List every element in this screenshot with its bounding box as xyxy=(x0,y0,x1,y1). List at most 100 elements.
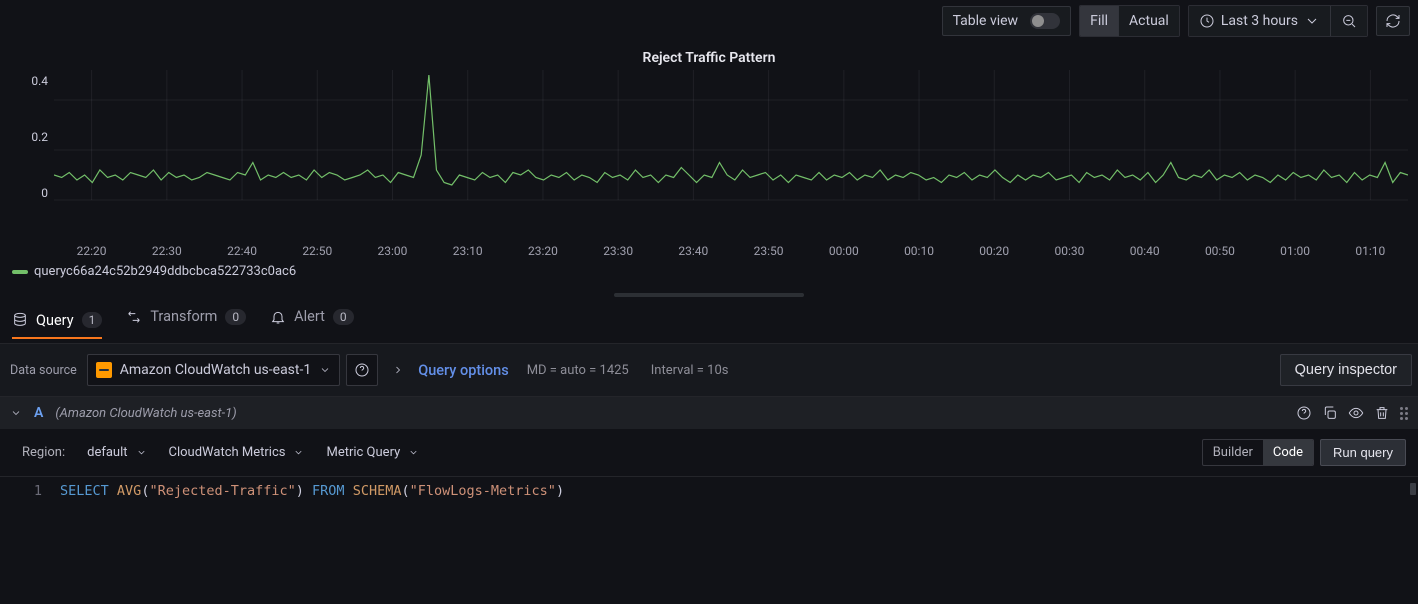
y-axis: 0.4 0.2 0 xyxy=(10,74,54,200)
namespace-select[interactable]: CloudWatch Metrics xyxy=(169,445,305,460)
query-actions xyxy=(1296,405,1408,421)
builder-code-segment: Builder Code xyxy=(1202,439,1314,466)
code-option[interactable]: Code xyxy=(1263,440,1313,465)
region-label: Region: xyxy=(22,445,65,460)
actual-button[interactable]: Actual xyxy=(1118,6,1179,36)
time-controls: Last 3 hours xyxy=(1188,5,1368,37)
tab-query-count: 1 xyxy=(82,312,103,328)
chevron-down-icon[interactable] xyxy=(10,407,22,419)
query-inspector-button[interactable]: Query inspector xyxy=(1280,354,1412,386)
toggle-track xyxy=(1030,13,1060,29)
tab-alert[interactable]: Alert 0 xyxy=(270,308,353,333)
chart-panel: Reject Traffic Pattern 0.4 0.2 0 22:2022… xyxy=(0,42,1418,292)
builder-option[interactable]: Builder xyxy=(1203,440,1263,465)
datasource-value: Amazon CloudWatch us-east-1 xyxy=(120,362,311,378)
aws-icon xyxy=(96,362,112,378)
query-options-expand[interactable] xyxy=(384,364,412,376)
x-tick: 23:10 xyxy=(430,244,505,258)
chevron-down-icon xyxy=(293,447,304,458)
x-tick: 23:40 xyxy=(656,244,731,258)
zoom-out-icon xyxy=(1341,13,1357,29)
transform-icon xyxy=(126,309,142,325)
y-tick: 0 xyxy=(41,186,48,200)
copy-icon[interactable] xyxy=(1322,405,1338,421)
chevron-down-icon xyxy=(136,447,147,458)
gridlines xyxy=(54,100,1408,200)
x-tick: 23:30 xyxy=(581,244,656,258)
tab-query-label: Query xyxy=(36,312,74,329)
x-tick: 23:00 xyxy=(355,244,430,258)
x-tick: 00:40 xyxy=(1107,244,1182,258)
query-options-link[interactable]: Query options xyxy=(418,362,520,379)
editor-tabs: Query 1 Transform 0 Alert 0 xyxy=(0,298,1418,344)
query-a-header: A (Amazon CloudWatch us-east-1) xyxy=(0,397,1418,429)
x-tick: 22:20 xyxy=(54,244,129,258)
run-query-button[interactable]: Run query xyxy=(1320,439,1406,466)
x-tick: 01:00 xyxy=(1258,244,1333,258)
data-series-line xyxy=(54,75,1408,185)
fill-button[interactable]: Fill xyxy=(1080,6,1118,36)
y-tick: 0.2 xyxy=(31,130,48,144)
datasource-row: Data source Amazon CloudWatch us-east-1 … xyxy=(0,344,1418,396)
tab-transform-count: 0 xyxy=(225,309,246,325)
database-icon xyxy=(12,312,28,328)
tab-alert-count: 0 xyxy=(333,309,354,325)
x-tick: 23:20 xyxy=(505,244,580,258)
editor-gutter: 1 xyxy=(0,477,60,594)
query-letter[interactable]: A xyxy=(34,405,43,421)
tab-transform-label: Transform xyxy=(150,308,217,325)
trash-icon[interactable] xyxy=(1374,405,1390,421)
tab-transform[interactable]: Transform 0 xyxy=(126,308,246,333)
chart-svg xyxy=(54,70,1408,230)
refresh-icon xyxy=(1385,13,1401,29)
y-tick: 0.4 xyxy=(31,74,48,88)
region-select[interactable]: default xyxy=(87,445,146,460)
chart-legend[interactable]: queryc66a24c52b2949ddbcbca522733c0ac6 xyxy=(10,258,1408,279)
datasource-select[interactable]: Amazon CloudWatch us-east-1 xyxy=(87,354,340,386)
v-gridlines xyxy=(92,70,1371,200)
panel-toolbar: Table view Fill Actual Last 3 hours xyxy=(0,0,1418,42)
zoom-out-button[interactable] xyxy=(1330,6,1367,36)
datasource-label: Data source xyxy=(6,363,81,378)
interval-meta: Interval = 10s xyxy=(651,363,745,378)
help-icon[interactable] xyxy=(1296,405,1312,421)
tab-alert-label: Alert xyxy=(294,308,325,325)
x-tick: 23:50 xyxy=(731,244,806,258)
md-meta: MD = auto = 1425 xyxy=(527,363,645,378)
drag-grip-icon[interactable] xyxy=(1400,407,1408,420)
minimap-slider[interactable] xyxy=(1410,483,1416,495)
refresh-button[interactable] xyxy=(1376,6,1410,36)
x-tick: 00:10 xyxy=(881,244,956,258)
x-tick: 00:50 xyxy=(1182,244,1257,258)
datasource-help-button[interactable] xyxy=(346,354,378,386)
chevron-down-icon xyxy=(1304,13,1320,29)
sql-editor[interactable]: 1 SELECT AVG("Rejected-Traffic") FROM SC… xyxy=(0,476,1418,594)
x-tick: 22:50 xyxy=(280,244,355,258)
mode-select[interactable]: Metric Query xyxy=(326,445,419,460)
tab-query[interactable]: Query 1 xyxy=(12,312,102,339)
x-tick: 00:00 xyxy=(806,244,881,258)
editor-code[interactable]: SELECT AVG("Rejected-Traffic") FROM SCHE… xyxy=(60,477,1418,594)
x-tick: 00:20 xyxy=(957,244,1032,258)
time-range-label: Last 3 hours xyxy=(1221,13,1298,29)
clock-icon xyxy=(1199,13,1215,29)
eye-icon[interactable] xyxy=(1348,405,1364,421)
x-tick: 22:30 xyxy=(129,244,204,258)
plot-area xyxy=(54,70,1408,230)
table-view-label: Table view xyxy=(953,13,1019,29)
chevron-down-icon xyxy=(319,364,331,376)
time-range-picker[interactable]: Last 3 hours xyxy=(1189,6,1330,36)
help-icon xyxy=(354,362,370,378)
chart-area[interactable]: 0.4 0.2 0 xyxy=(10,70,1408,240)
chevron-down-icon xyxy=(408,447,419,458)
x-tick: 01:10 xyxy=(1333,244,1408,258)
legend-label: queryc66a24c52b2949ddbcbca522733c0ac6 xyxy=(34,264,296,279)
legend-swatch xyxy=(12,270,28,274)
x-tick: 22:40 xyxy=(204,244,279,258)
chart-title: Reject Traffic Pattern xyxy=(10,42,1408,70)
table-view-toggle[interactable]: Table view xyxy=(942,6,1072,36)
fill-actual-segment: Fill Actual xyxy=(1079,5,1180,37)
chevron-right-icon xyxy=(392,364,404,376)
query-config-row: Region: default CloudWatch Metrics Metri… xyxy=(0,429,1418,476)
bell-icon xyxy=(270,309,286,325)
